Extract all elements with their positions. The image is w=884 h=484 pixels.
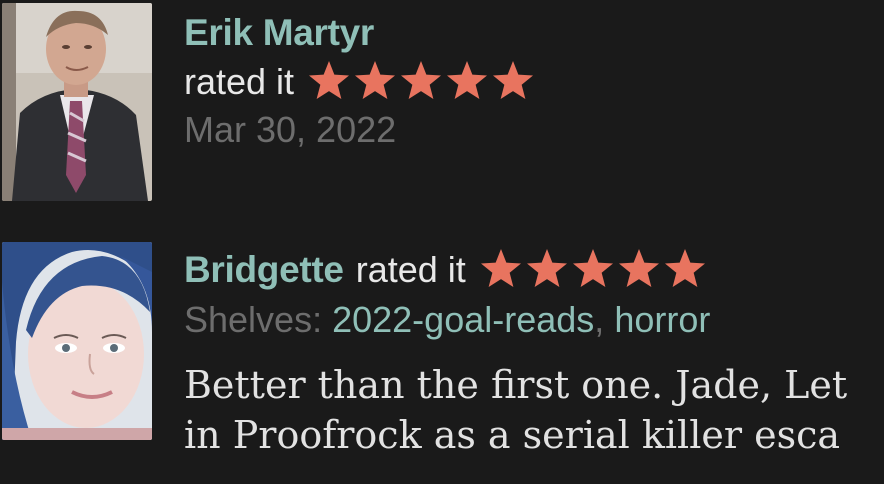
review-text-line: in Proofrock as a serial killer esca: [184, 413, 841, 457]
star-icon[interactable]: [444, 60, 490, 104]
reviewer-name-link[interactable]: Erik Martyr: [184, 9, 374, 57]
shelves-row: Shelves: 2022-goal-reads, horror: [184, 296, 884, 344]
user-photo: [2, 242, 152, 440]
rated-it-label: rated it: [184, 61, 295, 102]
avatar[interactable]: [2, 242, 152, 440]
star-icon[interactable]: [616, 248, 662, 292]
rated-it-label: rated it: [355, 249, 466, 290]
avatar[interactable]: [2, 3, 152, 201]
star-rating[interactable]: [478, 248, 708, 292]
user-photo: [2, 3, 152, 201]
reviewer-name-link[interactable]: Bridgette: [184, 246, 344, 294]
shelf-separator: ,: [594, 299, 605, 340]
star-icon[interactable]: [490, 60, 536, 104]
star-icon[interactable]: [398, 60, 444, 104]
star-icon[interactable]: [570, 248, 616, 292]
review-date-link[interactable]: Mar 30, 2022: [184, 106, 396, 154]
shelves-label: Shelves:: [184, 299, 323, 340]
star-icon[interactable]: [524, 248, 570, 292]
shelf-link-horror[interactable]: horror: [614, 299, 710, 340]
review-text-line: Better than the first one. Jade, Let: [184, 363, 848, 407]
star-icon[interactable]: [662, 248, 708, 292]
star-icon[interactable]: [306, 60, 352, 104]
shelf-link-2022-goal-reads[interactable]: 2022-goal-reads: [332, 299, 594, 340]
star-icon[interactable]: [478, 248, 524, 292]
star-icon[interactable]: [352, 60, 398, 104]
star-rating[interactable]: [306, 60, 536, 104]
